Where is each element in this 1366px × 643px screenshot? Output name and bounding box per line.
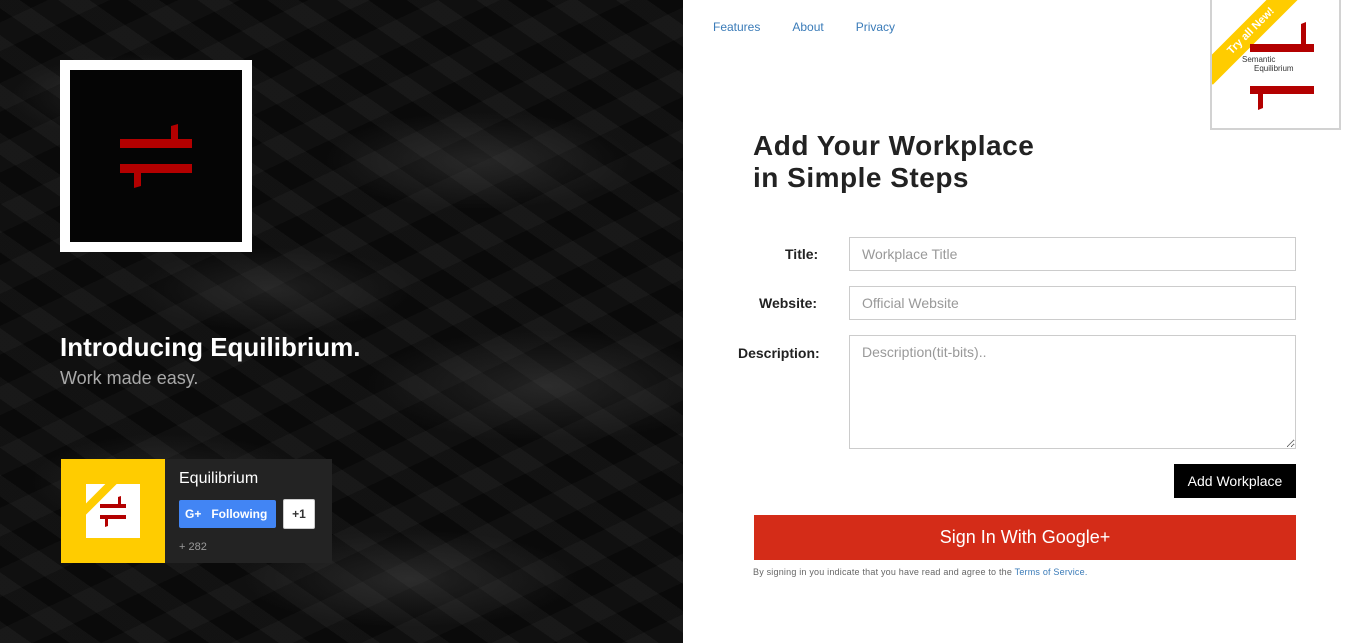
nav-about[interactable]: About: [792, 20, 823, 34]
terms-link[interactable]: Terms of Service.: [1015, 567, 1088, 577]
try-new-badge[interactable]: Try all New! Semantic Equilibrium: [1210, 0, 1341, 130]
badge-body: Equilibrium G+ Following +1 + 282: [165, 459, 315, 563]
page-title-line2: in Simple Steps: [753, 162, 969, 193]
google-plus-icon: G+: [185, 507, 202, 521]
terms-notice: By signing in you indicate that you have…: [753, 567, 1088, 577]
website-label: Website:: [759, 295, 818, 311]
corner-logo-line2: Equilibrium: [1254, 64, 1294, 73]
corner-logo-text: Semantic Equilibrium: [1242, 55, 1294, 73]
website-input[interactable]: [849, 286, 1296, 320]
following-button[interactable]: G+ Following: [179, 500, 276, 528]
badge-avatar[interactable]: [61, 459, 165, 563]
badge-logo: [86, 484, 140, 538]
corner-logo-line1: Semantic: [1242, 55, 1276, 64]
nav-features[interactable]: Features: [713, 20, 760, 34]
description-textarea[interactable]: [849, 335, 1296, 449]
follower-count: + 282: [179, 541, 207, 553]
top-nav: Features About Privacy: [713, 20, 895, 34]
plus-one-button[interactable]: +1: [283, 499, 315, 529]
title-input[interactable]: [849, 237, 1296, 271]
google-plus-badge: Equilibrium G+ Following +1 + 282: [61, 459, 332, 563]
exchange-arrows-icon: [120, 124, 192, 188]
page-title-line1: Add Your Workplace: [753, 130, 1035, 161]
intro-title: Introducing Equilibrium.: [60, 332, 361, 362]
intro-subtitle: Work made easy.: [60, 368, 199, 388]
terms-text: By signing in you indicate that you have…: [753, 567, 1013, 577]
google-signin-button[interactable]: Sign In With Google+: [754, 515, 1296, 560]
badge-actions: G+ Following +1: [179, 499, 315, 529]
equilibrium-logo: [60, 60, 252, 252]
badge-name[interactable]: Equilibrium: [179, 470, 315, 488]
page-title: Add Your Workplace in Simple Steps: [753, 130, 1034, 194]
add-workplace-button[interactable]: Add Workplace: [1174, 464, 1296, 498]
following-label: Following: [211, 507, 268, 521]
hero-panel: Introducing Equilibrium. Work made easy.…: [0, 0, 683, 643]
description-label: Description:: [738, 345, 820, 361]
exchange-arrows-icon: [100, 496, 126, 527]
nav-privacy[interactable]: Privacy: [856, 20, 895, 34]
title-label: Title:: [785, 246, 819, 262]
